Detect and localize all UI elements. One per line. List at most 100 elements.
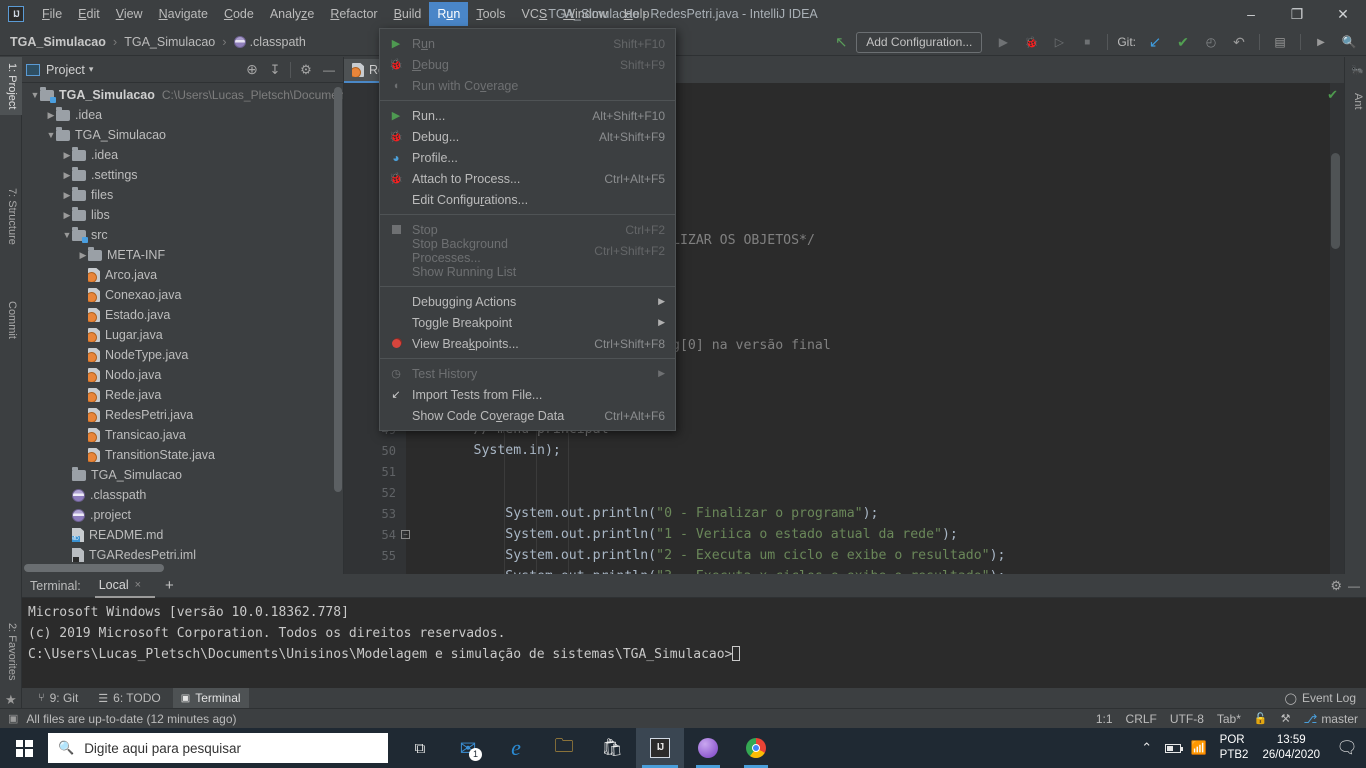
stop-icon[interactable]: ■ <box>1074 30 1100 54</box>
git-rollback-icon[interactable]: ↶ <box>1226 30 1252 54</box>
tree-item-lugar-java[interactable]: Lugar.java <box>22 325 343 345</box>
tree-item-nodetype-java[interactable]: NodeType.java <box>22 345 343 365</box>
menu-tools[interactable]: Tools <box>468 2 513 26</box>
menu-run[interactable]: Run <box>429 2 469 26</box>
line-separator[interactable]: CRLF <box>1126 712 1157 726</box>
breadcrumb-item-2[interactable]: .classpath <box>233 35 306 49</box>
tree-item-tga-simulacao[interactable]: TGA_Simulacao <box>22 465 343 485</box>
menu-analyze[interactable]: Analyze <box>262 2 322 26</box>
inspection-ok-icon[interactable]: ✔ <box>1327 87 1338 103</box>
menu-help[interactable]: Help <box>616 2 658 26</box>
git-history-icon[interactable]: ◴ <box>1198 30 1224 54</box>
tree-item-nodo-java[interactable]: Nodo.java <box>22 365 343 385</box>
menu-item-debug[interactable]: 🐞 Debug... Alt+Shift+F9 <box>380 126 675 147</box>
taskbar-mail-app[interactable]: ✉ 1 <box>444 728 492 768</box>
tree-item--classpath[interactable]: .classpath <box>22 485 343 505</box>
tree-item-transicao-java[interactable]: Transicao.java <box>22 425 343 445</box>
caret-position[interactable]: 1:1 <box>1096 712 1113 726</box>
editor-vertical-scrollbar[interactable] <box>1331 153 1340 249</box>
menu-window[interactable]: Window <box>555 2 615 26</box>
menu-item-attach-to-process[interactable]: 🐞 Attach to Process... Ctrl+Alt+F5 <box>380 168 675 189</box>
show-hidden-icons[interactable]: ⌃ <box>1134 728 1160 768</box>
menu-item-import-tests-from-file[interactable]: ↙ Import Tests from File... <box>380 384 675 405</box>
taskbar-file-explorer[interactable]: 🗀 <box>540 728 588 768</box>
collapse-all-icon[interactable]: ↧ <box>265 60 285 80</box>
inspection-icon[interactable]: ⚒ <box>1281 712 1291 725</box>
terminal-tab-local[interactable]: Local × <box>94 574 156 598</box>
sidebar-item-structure[interactable]: 7: Structure <box>0 182 22 251</box>
run-icon[interactable]: ▶ <box>990 30 1016 54</box>
back-arrow-icon[interactable]: ↖ <box>828 30 854 54</box>
tab-terminal[interactable]: ▣ Terminal <box>172 688 249 708</box>
preview-icon[interactable]: ▶ <box>1308 30 1334 54</box>
indent-setting[interactable]: Tab* <box>1217 712 1241 726</box>
tree-item--settings[interactable]: ▶ .settings <box>22 165 343 185</box>
menu-item-toggle-breakpoint[interactable]: Toggle Breakpoint ▶ <box>380 312 675 333</box>
menu-code[interactable]: Code <box>216 2 262 26</box>
taskbar-microsoft-store[interactable]: 🛍 <box>588 728 636 768</box>
minimize-button[interactable]: – <box>1228 0 1274 28</box>
tree-item--project[interactable]: .project <box>22 505 343 525</box>
close-icon[interactable]: × <box>135 579 141 591</box>
tree-item-files[interactable]: ▶ files <box>22 185 343 205</box>
project-tree-horizontal-scrollbar[interactable] <box>24 564 338 572</box>
run-coverage-icon[interactable]: ▷ <box>1046 30 1072 54</box>
tree-item-readme-md[interactable]: README.md <box>22 525 343 545</box>
start-button[interactable] <box>0 728 48 768</box>
taskbar-search-input[interactable]: 🔍 Digite aqui para pesquisar <box>48 733 388 763</box>
gear-icon[interactable]: ⚙ <box>296 60 316 80</box>
new-terminal-icon[interactable]: + <box>165 577 174 594</box>
chevron-right-icon[interactable]: ▶ <box>46 110 56 121</box>
chevron-right-icon[interactable]: ▶ <box>62 150 72 161</box>
git-update-icon[interactable]: ↙ <box>1142 30 1168 54</box>
taskbar-edge-browser[interactable]: e <box>492 728 540 768</box>
tree-item-redespetri-java[interactable]: RedesPetri.java <box>22 405 343 425</box>
chevron-right-icon[interactable]: ▶ <box>62 190 72 201</box>
menu-edit[interactable]: Edit <box>70 2 108 26</box>
close-button[interactable]: ✕ <box>1320 0 1366 28</box>
debug-icon[interactable]: 🐞 <box>1018 30 1044 54</box>
battery-icon[interactable] <box>1160 728 1186 768</box>
tree-item-tga-simulacao[interactable]: ▼ TGA_Simulacao C:\Users\Lucas_Pletsch\Doc… <box>22 85 343 105</box>
lock-icon[interactable]: 🔓 <box>1254 712 1268 725</box>
sidebar-item-project[interactable]: 1: Project <box>0 57 22 116</box>
chevron-down-icon[interactable]: ▼ <box>30 90 40 100</box>
tree-item--idea[interactable]: ▶ .idea <box>22 145 343 165</box>
gear-icon[interactable]: ⚙ <box>1330 578 1342 594</box>
maximize-button[interactable]: ❐ <box>1274 0 1320 28</box>
tree-item-arco-java[interactable]: Arco.java <box>22 265 343 285</box>
tree-item-estado-java[interactable]: Estado.java <box>22 305 343 325</box>
menu-item-debugging-actions[interactable]: Debugging Actions ▶ <box>380 291 675 312</box>
tree-item-transitionstate-java[interactable]: TransitionState.java <box>22 445 343 465</box>
taskbar-thunderbird[interactable] <box>684 728 732 768</box>
hide-panel-icon[interactable]: — <box>1348 579 1360 593</box>
tree-item--idea[interactable]: ▶ .idea <box>22 105 343 125</box>
breadcrumb-item-0[interactable]: TGA_Simulacao <box>10 35 106 49</box>
git-branch-widget[interactable]: ⎇ master <box>1303 712 1358 726</box>
chevron-down-icon[interactable]: ▼ <box>62 230 72 240</box>
menu-file[interactable]: File <box>34 2 70 26</box>
chevron-down-icon[interactable]: ▾ <box>89 64 94 75</box>
breadcrumb-item-1[interactable]: TGA_Simulacao <box>124 35 215 49</box>
search-everywhere-icon[interactable]: 🔍 <box>1336 30 1362 54</box>
menu-refactor[interactable]: Refactor <box>322 2 385 26</box>
tab-todo[interactable]: ☰ 6: TODO <box>90 688 168 708</box>
menu-build[interactable]: Build <box>386 2 430 26</box>
menu-item-view-breakpoints[interactable]: View Breakpoints... Ctrl+Shift+F8 <box>380 333 675 354</box>
tree-item-conexao-java[interactable]: Conexao.java <box>22 285 343 305</box>
tab-git[interactable]: ⑂ 9: Git <box>30 688 86 708</box>
git-commit-icon[interactable]: ✔ <box>1170 30 1196 54</box>
taskbar-intellij-idea[interactable]: IJ <box>636 728 684 768</box>
network-icon[interactable]: 📶 <box>1186 728 1212 768</box>
menu-item-show-code-coverage-data[interactable]: Show Code Coverage Data Ctrl+Alt+F6 <box>380 405 675 426</box>
file-encoding[interactable]: UTF-8 <box>1170 712 1204 726</box>
tree-item-meta-inf[interactable]: ▶ META-INF <box>22 245 343 265</box>
clock-widget[interactable]: 13:59 26/04/2020 <box>1248 728 1328 768</box>
tree-item-tga-simulacao[interactable]: ▼ TGA_Simulacao <box>22 125 343 145</box>
terminal-output[interactable]: Microsoft Windows [versão 10.0.18362.778… <box>22 598 1366 688</box>
tree-item-src[interactable]: ▼ src <box>22 225 343 245</box>
chevron-right-icon[interactable]: ▶ <box>62 170 72 181</box>
chevron-right-icon[interactable]: ▶ <box>62 210 72 221</box>
menu-vcs[interactable]: VCS <box>514 2 556 26</box>
chevron-down-icon[interactable]: ▼ <box>46 130 56 140</box>
